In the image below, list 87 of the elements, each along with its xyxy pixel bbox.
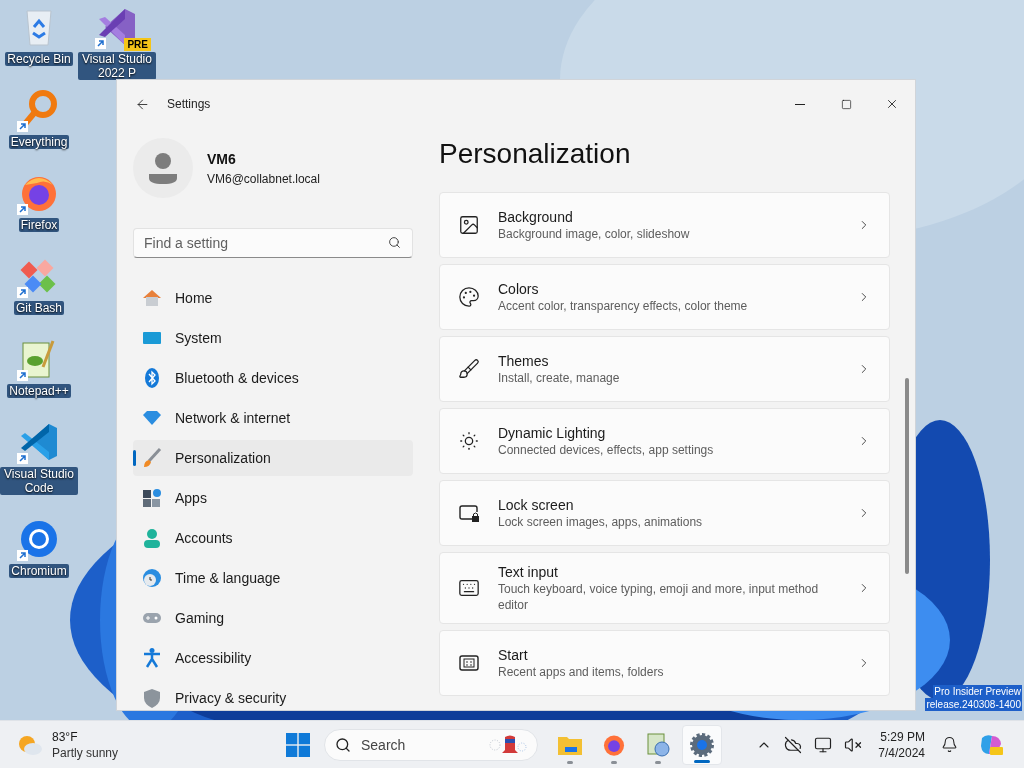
minimize-icon	[795, 103, 805, 105]
desktop-icon-label[interactable]: Notepad++	[7, 384, 71, 398]
settings-card[interactable]: Start Recent apps and items, folders	[439, 630, 890, 696]
running-indicator	[567, 760, 573, 764]
card-subtitle: Lock screen images, apps, animations	[498, 514, 704, 530]
keyboard-icon	[458, 577, 480, 599]
start-menu-icon	[458, 652, 480, 674]
nav-item[interactable]: Accessibility	[133, 640, 413, 676]
watermark-text: Pro Insider Preview	[933, 685, 1022, 698]
account-name: VM6	[207, 149, 237, 169]
nav-item[interactable]: Accounts	[133, 520, 413, 556]
desktop-icon-label[interactable]: Git Bash	[14, 301, 64, 315]
weather-condition: Partly sunny	[52, 744, 119, 761]
card-title: Start	[498, 646, 529, 664]
settings-card[interactable]: Lock screen Lock screen images, apps, animations	[439, 480, 890, 546]
card-title: Text input	[498, 563, 559, 581]
settings-card[interactable]: Background Background image, color, slideshow	[439, 192, 890, 258]
watermark-text: release.240308-1400	[925, 698, 1022, 711]
clock-time: 5:29 PM	[880, 728, 925, 745]
card-title: Lock screen	[498, 496, 575, 514]
card-subtitle: Background image, color, slideshow	[498, 226, 691, 242]
running-indicator	[611, 760, 617, 764]
gear-icon	[689, 731, 715, 758]
card-subtitle: Install, create, manage	[498, 370, 621, 386]
close-icon	[885, 97, 899, 111]
app-window-icon	[645, 731, 671, 758]
desktop-icon-label[interactable]: Everything	[8, 135, 70, 149]
search-icon	[335, 736, 351, 753]
nav-item[interactable]: Bluetooth & devices	[133, 360, 413, 396]
clock[interactable]: 5:29 PM 7/4/2024	[878, 728, 925, 761]
monitor-icon[interactable]	[814, 735, 833, 754]
settings-card[interactable]: Text input Touch keyboard, voice typing, emoji and more, input method editor	[439, 552, 890, 624]
brush-icon	[141, 447, 163, 469]
card-title: Background	[498, 208, 574, 226]
home-icon	[141, 287, 163, 309]
nav-item[interactable]: Time & language	[133, 560, 413, 596]
account-email: VM6@collabnet.local	[207, 170, 320, 188]
palette-icon	[458, 286, 480, 308]
running-indicator	[655, 760, 661, 764]
image-icon	[458, 214, 480, 236]
desktop-icon-label[interactable]: Firefox	[18, 218, 60, 232]
card-subtitle: Connected devices, effects, app settings	[498, 442, 715, 458]
apps-icon	[141, 487, 163, 509]
card-subtitle: Touch keyboard, voice typing, emoji and more, input method editor	[498, 581, 820, 613]
nav-item[interactable]: System	[133, 320, 413, 356]
card-title: Colors	[498, 280, 540, 298]
brush-icon	[458, 358, 480, 380]
speaker-muted-icon[interactable]	[844, 735, 863, 754]
running-indicator	[694, 759, 710, 763]
privacy-icon	[141, 687, 163, 709]
scrollbar-thumb[interactable]	[905, 378, 909, 574]
desktop-icon-label[interactable]: Chromium	[9, 564, 69, 578]
avatar-icon	[133, 138, 193, 198]
nav-item[interactable]: Gaming	[133, 600, 413, 636]
nav-item[interactable]: Privacy & security	[133, 680, 413, 710]
preview-badge: PRE	[124, 38, 151, 51]
card-title: Themes	[498, 352, 550, 370]
settings-card[interactable]: Colors Accent color, transparency effects, color theme	[439, 264, 890, 330]
lock-screen-icon	[458, 502, 480, 524]
accounts-icon	[141, 527, 163, 549]
desktop-icon-label[interactable]: Visual Studio Code	[0, 467, 78, 495]
card-subtitle: Recent apps and items, folders	[498, 664, 665, 680]
settings-card[interactable]: Dynamic Lighting Connected devices, effects, app settings	[439, 408, 890, 474]
taskbar-app-button[interactable]	[682, 724, 722, 765]
maximize-icon	[840, 98, 852, 110]
accessibility-icon	[141, 647, 163, 669]
taskbar-search-field[interactable]: Search	[324, 728, 538, 761]
card-title: Dynamic Lighting	[498, 424, 607, 442]
clock-date: 7/4/2024	[878, 744, 925, 761]
nav-item[interactable]: Personalization	[133, 440, 413, 476]
nav-item[interactable]: Network & internet	[133, 400, 413, 436]
bell-icon[interactable]	[941, 736, 958, 753]
nav-item[interactable]: Home	[133, 280, 413, 316]
nav-item[interactable]: Apps	[133, 480, 413, 516]
desktop-icon-label[interactable]: Visual Studio 2022 P	[78, 52, 156, 80]
cloud-off-icon[interactable]	[784, 735, 803, 754]
weather-temperature: 83°F	[52, 728, 79, 745]
settings-card[interactable]: Themes Install, create, manage	[439, 336, 890, 402]
page-title: Personalization	[439, 137, 632, 171]
windows-logo-icon	[286, 732, 310, 757]
search-icon	[388, 236, 401, 249]
time-icon	[141, 567, 163, 589]
desktop-icon-label[interactable]: Recycle Bin	[5, 52, 73, 66]
sun-icon	[458, 430, 480, 452]
settings-search-field[interactable]: Find a setting	[133, 228, 413, 258]
card-subtitle: Accent color, transparency effects, color theme	[498, 298, 749, 314]
window-title: Settings	[167, 96, 211, 113]
